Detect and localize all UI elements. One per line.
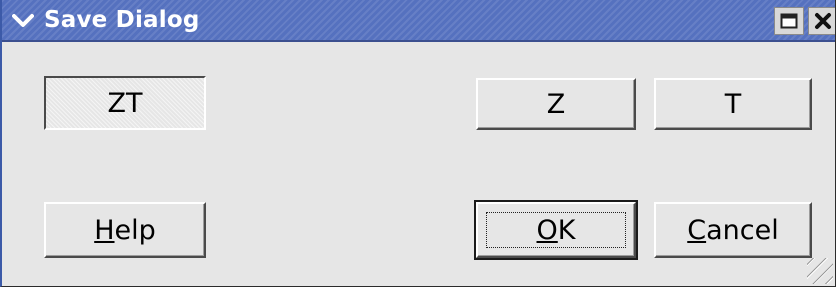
cancel-button[interactable]: Cancel xyxy=(654,202,812,258)
chevron-down-icon[interactable] xyxy=(10,10,36,32)
t-button[interactable]: T xyxy=(654,78,812,130)
cancel-label: Cancel xyxy=(687,215,778,246)
maximize-button[interactable] xyxy=(774,7,804,35)
ok-button[interactable]: OK xyxy=(474,200,638,260)
close-button[interactable] xyxy=(808,7,835,35)
zt-toggle-button[interactable]: ZT xyxy=(44,76,206,130)
close-icon xyxy=(815,13,831,29)
z-label: Z xyxy=(546,88,566,120)
ok-mnemonic: O xyxy=(536,214,558,246)
help-button[interactable]: Help xyxy=(44,202,206,258)
resize-grip[interactable] xyxy=(807,258,833,284)
zt-label: ZT xyxy=(107,87,143,119)
title-bar[interactable]: Save Dialog xyxy=(2,0,835,42)
help-mnemonic: H xyxy=(94,214,115,246)
window-title: Save Dialog xyxy=(44,7,200,33)
help-label: Help xyxy=(94,215,156,246)
help-label-rest: elp xyxy=(114,214,156,246)
cancel-label-rest: ancel xyxy=(706,214,779,246)
ok-label-rest: K xyxy=(557,214,576,246)
maximize-icon xyxy=(780,13,798,29)
save-dialog-window: Save Dialog ZT Z T Help OK Cancel xyxy=(0,0,836,287)
cancel-mnemonic: C xyxy=(687,214,707,246)
ok-label: OK xyxy=(537,215,576,246)
t-label: T xyxy=(724,88,742,120)
z-button[interactable]: Z xyxy=(476,78,636,130)
